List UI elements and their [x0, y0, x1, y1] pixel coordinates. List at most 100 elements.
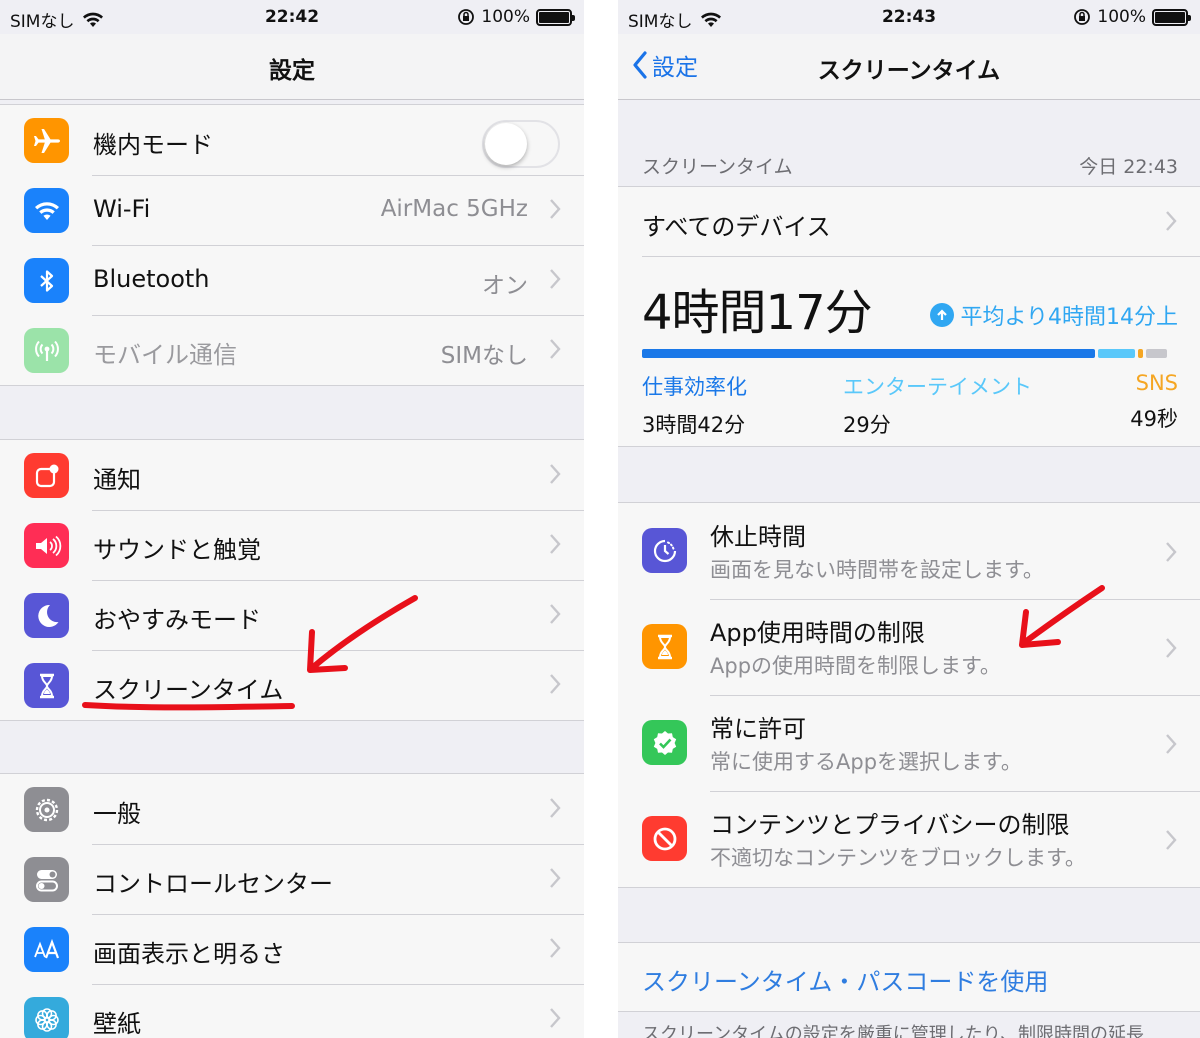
status-bar: SIMなし 22:42 100% — [0, 0, 584, 34]
flower-icon — [24, 997, 69, 1038]
settings-screen: SIMなし 22:42 100% 設定 機内モード Wi-Fi AirMac 5… — [0, 0, 584, 1038]
trend-indicator: 平均より4時間14分上 — [930, 299, 1178, 331]
row-label: 画面表示と明るさ — [93, 940, 285, 968]
row-label: Bluetooth — [93, 265, 210, 293]
page-title: 設定 — [269, 58, 315, 84]
row-always-allowed[interactable]: 常に許可 常に使用するAppを選択します。 — [618, 695, 1200, 791]
chevron-right-icon — [550, 938, 561, 958]
row-label: Wi-Fi — [93, 195, 151, 223]
moon-icon — [24, 593, 69, 638]
arrow-up-icon — [930, 303, 955, 327]
row-all-devices[interactable]: すべてのデバイス — [618, 187, 1200, 257]
downtime-icon — [642, 528, 687, 573]
row-label: 機内モード — [93, 131, 213, 159]
passcode-footer-text: スクリーンタイムの設定を厳重に管理したり、制限時間の延長 — [642, 1024, 1145, 1038]
row-label: おやすみモード — [93, 606, 261, 634]
row-downtime[interactable]: 休止時間 画面を見ない時間帯を設定します。 — [618, 503, 1200, 599]
nav-bar: 設定 — [0, 34, 584, 100]
category-productivity: 仕事効率化 3時間42分 — [642, 371, 747, 439]
category-social: SNS 49秒 — [1130, 371, 1178, 433]
feature-title: コンテンツとプライバシーの制限 — [710, 811, 1070, 839]
row-mobile-data[interactable]: モバイル通信 SIMなし — [0, 315, 584, 385]
row-label: 一般 — [93, 800, 141, 828]
airplane-mode-toggle[interactable] — [482, 120, 560, 168]
row-app-limits[interactable]: App使用時間の制限 Appの使用時間を制限します。 — [618, 599, 1200, 695]
feature-subtitle: 常に使用するAppを選択します。 — [710, 750, 1022, 774]
row-wifi[interactable]: Wi-Fi AirMac 5GHz — [0, 175, 584, 245]
checkmark-badge-icon — [642, 720, 687, 765]
section-header: スクリーンタイム — [642, 156, 793, 178]
usage-bar-segment — [642, 349, 1096, 358]
usage-bar — [642, 349, 1178, 358]
row-label: スクリーンタイム — [93, 676, 284, 704]
trend-text: 平均より4時間14分上 — [960, 305, 1178, 330]
chevron-right-icon — [550, 868, 561, 888]
row-label: コントロールセンター — [93, 870, 333, 898]
total-usage-time: 4時間17分 — [642, 285, 873, 341]
battery-percent: 100% — [1097, 7, 1146, 27]
speaker-icon — [24, 523, 69, 568]
nav-bar: 設定 スクリーンタイム — [618, 34, 1200, 100]
row-content-privacy[interactable]: コンテンツとプライバシーの制限 不適切なコンテンツをブロックします。 — [618, 791, 1200, 887]
feature-title: 常に許可 — [710, 715, 806, 743]
row-notifications[interactable]: 通知 — [0, 440, 584, 510]
use-passcode-link[interactable]: スクリーンタイム・パスコードを使用 — [642, 962, 1048, 997]
chevron-right-icon — [1166, 830, 1177, 850]
rotation-lock-icon — [1074, 9, 1091, 25]
row-value: オン — [482, 273, 528, 299]
category-name: SNS — [1135, 371, 1178, 395]
settings-group-connectivity: 機内モード Wi-Fi AirMac 5GHz Bluetooth オン モバイ… — [0, 104, 584, 386]
row-do-not-disturb[interactable]: おやすみモード — [0, 580, 584, 650]
section-timestamp: 今日 22:43 — [1079, 156, 1178, 178]
row-sounds[interactable]: サウンドと触覚 — [0, 510, 584, 580]
category-time: 49秒 — [1130, 407, 1178, 431]
chevron-right-icon — [550, 269, 561, 289]
row-wallpaper[interactable]: 壁紙 — [0, 984, 584, 1038]
chevron-right-icon — [1166, 211, 1177, 231]
text-size-icon — [24, 927, 69, 972]
row-value: AirMac 5GHz — [380, 196, 528, 222]
chevron-right-icon — [1166, 542, 1177, 562]
feature-subtitle: Appの使用時間を制限します。 — [710, 654, 1001, 678]
row-label: モバイル通信 — [93, 341, 237, 369]
category-time: 3時間42分 — [642, 413, 746, 437]
category-entertainment: エンターテイメント 29分 — [843, 371, 1032, 439]
status-bar: SIMなし 22:43 100% — [618, 0, 1200, 34]
row-label: すべてのデバイス — [642, 213, 831, 241]
row-bluetooth[interactable]: Bluetooth オン — [0, 245, 584, 315]
bluetooth-icon — [24, 258, 69, 303]
screen-time-screen: SIMなし 22:43 100% 設定 スクリーンタイム スクリーンタイム 今日… — [618, 0, 1200, 1038]
row-display-brightness[interactable]: 画面表示と明るさ — [0, 914, 584, 984]
usage-bar-segment — [1146, 349, 1168, 358]
row-general[interactable]: 一般 — [0, 774, 584, 844]
settings-group-notifications: 通知 サウンドと触覚 おやすみモード スクリーンタイム — [0, 439, 584, 721]
feature-subtitle: 画面を見ない時間帯を設定します。 — [710, 558, 1044, 582]
row-value: SIMなし — [440, 343, 528, 369]
feature-subtitle: 不適切なコンテンツをブロックします。 — [710, 846, 1086, 870]
wifi-icon — [24, 188, 69, 233]
usage-bar-segment — [1138, 349, 1144, 358]
screen-time-features: 休止時間 画面を見ない時間帯を設定します。 App使用時間の制限 Appの使用時… — [618, 502, 1200, 888]
switches-icon — [24, 857, 69, 902]
row-label: サウンドと触覚 — [93, 536, 261, 564]
chevron-right-icon — [550, 534, 561, 554]
chevron-right-icon — [550, 674, 561, 694]
chevron-right-icon — [550, 339, 561, 359]
row-airplane-mode[interactable]: 機内モード — [0, 105, 584, 175]
notification-icon — [24, 453, 69, 498]
gear-icon — [24, 787, 69, 832]
battery-percent: 100% — [481, 7, 530, 27]
category-time: 29分 — [843, 413, 891, 437]
row-label: 通知 — [93, 466, 141, 494]
no-entry-icon — [642, 816, 687, 861]
passcode-group: スクリーンタイム・パスコードを使用 — [618, 942, 1200, 1012]
antenna-icon — [24, 328, 69, 373]
battery-icon — [1152, 8, 1191, 26]
feature-title: 休止時間 — [710, 523, 806, 551]
hourglass-icon — [24, 663, 69, 708]
row-label: 壁紙 — [93, 1010, 141, 1038]
chevron-right-icon — [550, 604, 561, 624]
row-control-center[interactable]: コントロールセンター — [0, 844, 584, 914]
row-screen-time[interactable]: スクリーンタイム — [0, 650, 584, 720]
category-name: エンターテイメント — [843, 375, 1032, 399]
